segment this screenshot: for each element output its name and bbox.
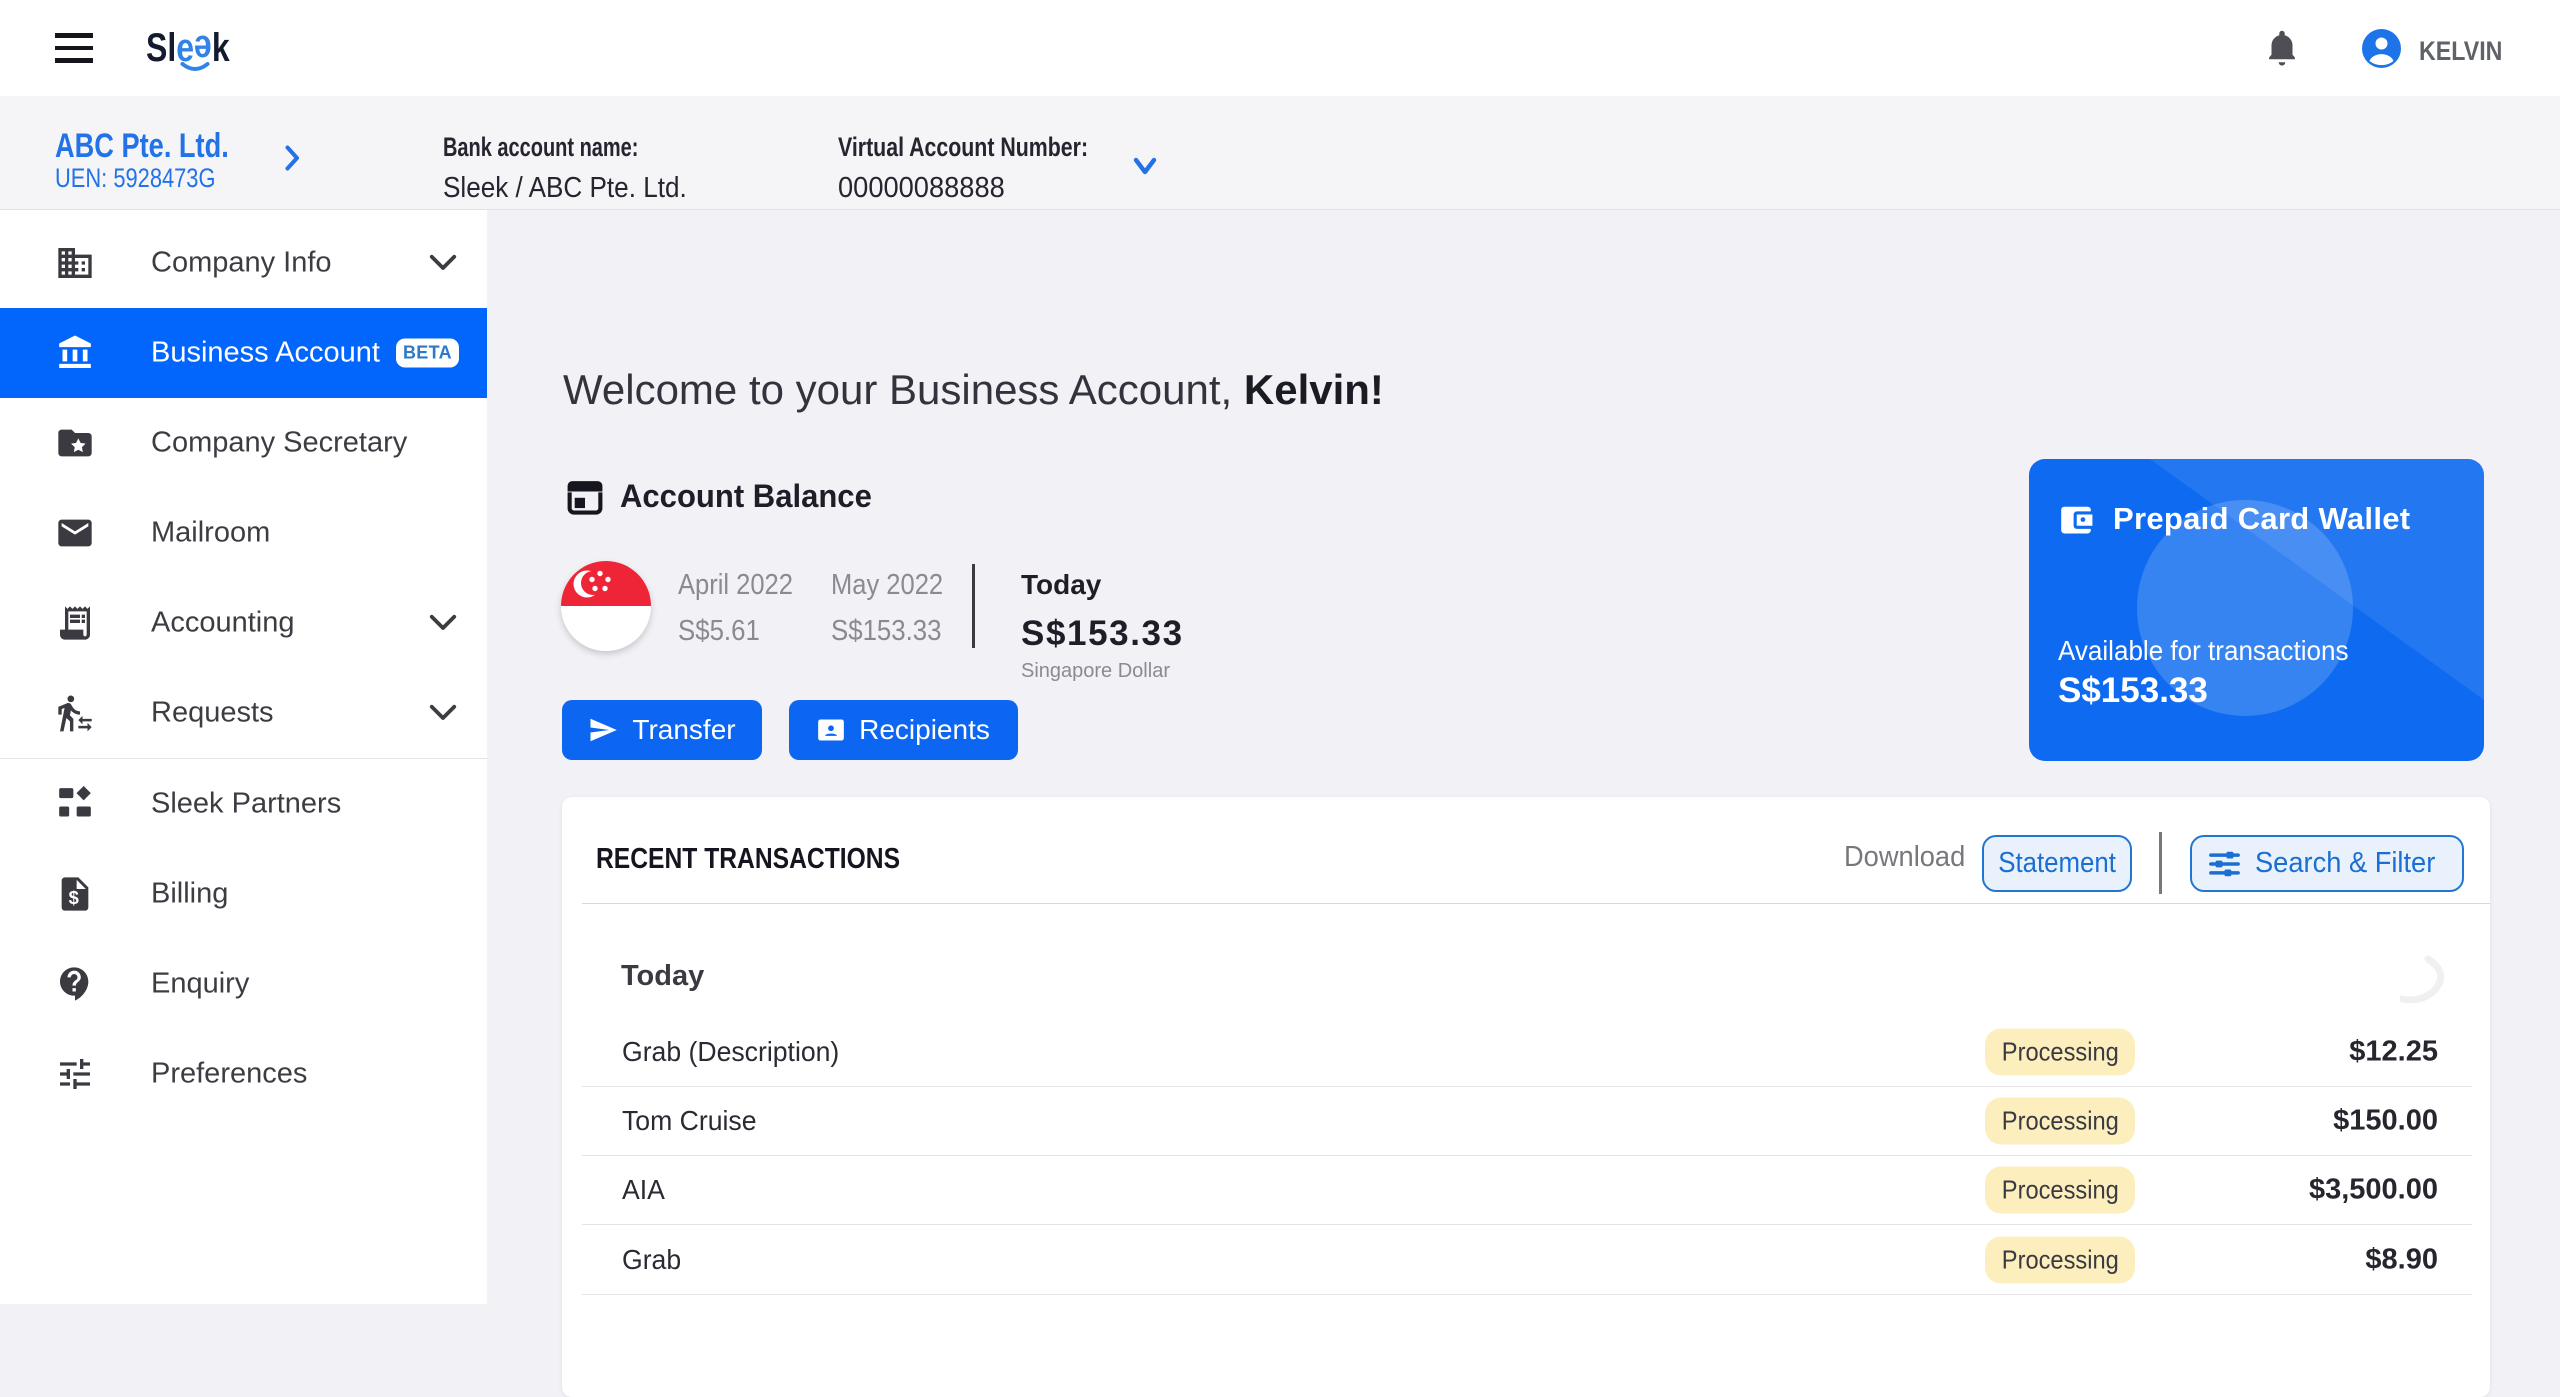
svg-text:$: $ xyxy=(69,887,79,908)
